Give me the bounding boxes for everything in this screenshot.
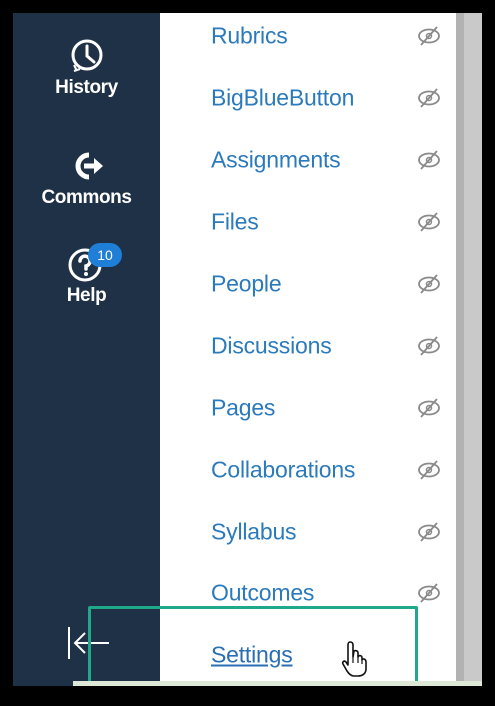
eye-slash-icon[interactable] (416, 150, 442, 170)
global-nav-help[interactable]: 10 Help (13, 243, 160, 307)
collapse-nav-button[interactable] (63, 623, 113, 663)
course-nav-item-bigbluebutton: BigBlueButton (160, 67, 456, 129)
eye-slash-icon[interactable] (416, 460, 442, 480)
eye-slash-icon[interactable] (416, 88, 442, 108)
global-nav-history-label: History (55, 77, 118, 98)
course-nav-item-people: People (160, 253, 456, 315)
scrollbar[interactable] (456, 13, 482, 686)
bottom-strip (73, 681, 482, 686)
global-nav-help-label: Help (66, 285, 107, 306)
course-nav-link-files[interactable]: Files (211, 209, 259, 236)
global-nav-commons[interactable]: Commons (13, 151, 160, 209)
course-nav-item-assignments: Assignments (160, 129, 456, 191)
course-navigation: Rubrics BigBlueButton Assignments Files … (160, 13, 456, 686)
commons-arrow-icon (75, 152, 103, 180)
eye-slash-icon[interactable] (416, 583, 442, 603)
eye-slash-icon[interactable] (416, 336, 442, 356)
course-nav-item-rubrics: Rubrics (160, 13, 456, 67)
collapse-left-arrow-icon (68, 627, 109, 659)
eye-slash-icon[interactable] (416, 522, 442, 542)
course-nav-link-pages[interactable]: Pages (211, 395, 275, 422)
course-nav-link-settings[interactable]: Settings (211, 642, 293, 669)
course-nav-link-bigbluebutton[interactable]: BigBlueButton (211, 85, 354, 112)
help-notification-badge: 10 (88, 243, 122, 267)
scrollbar-thumb[interactable] (456, 13, 464, 686)
hand-pointer-icon (341, 641, 367, 677)
global-nav-history[interactable]: History (13, 35, 160, 99)
global-nav-commons-label: Commons (41, 187, 132, 208)
eye-slash-icon[interactable] (416, 26, 442, 46)
canvas-lms-window: History Commons 10 Help Rubrics BigBlueB… (13, 13, 482, 686)
course-nav-link-rubrics[interactable]: Rubrics (211, 23, 288, 50)
course-nav-link-syllabus[interactable]: Syllabus (211, 519, 297, 546)
clock-icon (71, 39, 102, 72)
course-nav-link-outcomes[interactable]: Outcomes (211, 580, 314, 607)
course-nav-item-files: Files (160, 191, 456, 253)
eye-slash-icon[interactable] (416, 274, 442, 294)
global-navigation: History Commons 10 Help (13, 13, 160, 686)
course-nav-item-settings: Settings (160, 624, 456, 686)
course-nav-item-discussions: Discussions (160, 315, 456, 377)
course-nav-link-assignments[interactable]: Assignments (211, 147, 341, 174)
course-nav-link-discussions[interactable]: Discussions (211, 333, 332, 360)
course-nav-item-syllabus: Syllabus (160, 501, 456, 563)
eye-slash-icon[interactable] (416, 398, 442, 418)
course-nav-item-collaborations: Collaborations (160, 439, 456, 501)
course-nav-item-pages: Pages (160, 377, 456, 439)
course-nav-item-outcomes: Outcomes (160, 562, 456, 624)
course-nav-link-collaborations[interactable]: Collaborations (211, 457, 355, 484)
eye-slash-icon[interactable] (416, 212, 442, 232)
course-nav-link-people[interactable]: People (211, 271, 282, 298)
